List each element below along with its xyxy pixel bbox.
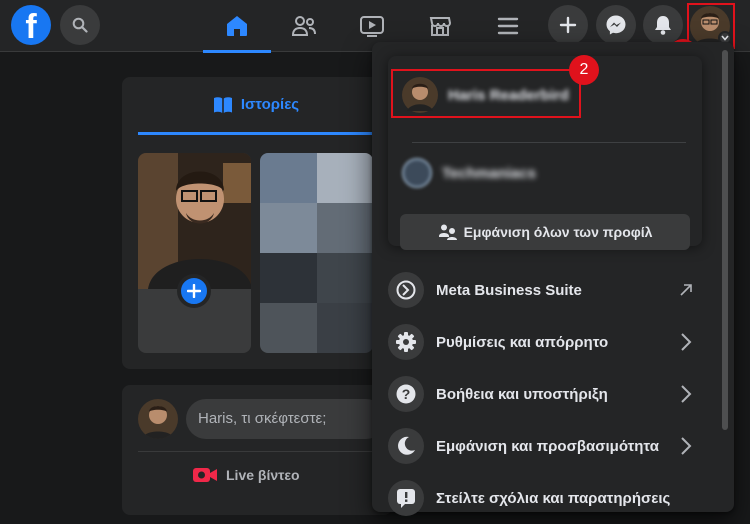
create-button[interactable] bbox=[548, 5, 588, 45]
create-post-card: Haris, τι σκέφτεστε; Live βίντεο bbox=[122, 385, 392, 515]
tab-friends[interactable] bbox=[270, 0, 338, 52]
svg-text:f: f bbox=[25, 8, 37, 45]
moon-icon bbox=[388, 428, 424, 464]
divider bbox=[412, 142, 686, 143]
video-icon bbox=[360, 16, 384, 37]
stories-card: Ιστορίες bbox=[122, 77, 392, 369]
hamburger-icon bbox=[497, 17, 519, 35]
profile-secondary-name: Techmaniacs bbox=[442, 164, 536, 182]
annotation-highlight-profile bbox=[391, 69, 581, 118]
whats-on-your-mind-input[interactable]: Haris, τι σκέφτεστε; bbox=[186, 399, 386, 439]
switch-profiles-icon bbox=[438, 224, 457, 240]
menu-item-label: Ρυθμίσεις και απόρρητο bbox=[436, 333, 609, 351]
stories-tab-label: Ιστορίες bbox=[240, 96, 300, 113]
story-card-blurred[interactable] bbox=[260, 153, 373, 353]
tab-stories[interactable]: Ιστορίες bbox=[138, 77, 374, 135]
menu-item-give-feedback[interactable]: Στείλτε σχόλια και παρατηρήσεις bbox=[380, 472, 702, 524]
search-button[interactable] bbox=[60, 5, 100, 45]
plus-icon bbox=[187, 284, 201, 298]
plus-icon bbox=[559, 16, 577, 34]
story-user-photo bbox=[138, 153, 251, 289]
facebook-logo-icon[interactable]: f bbox=[11, 5, 51, 45]
live-video-label: Live βίντεο bbox=[226, 467, 300, 483]
business-suite-icon bbox=[388, 272, 424, 308]
feedback-icon bbox=[388, 480, 424, 516]
chevron-right-icon bbox=[674, 316, 698, 368]
menu-item-help-support[interactable]: ? Βοήθεια και υποστήριξη bbox=[380, 368, 702, 420]
chevron-right-icon bbox=[674, 368, 698, 420]
menu-item-display-accessibility[interactable]: Εμφάνιση και προσβασιμότητα bbox=[380, 420, 702, 472]
messenger-button[interactable] bbox=[596, 5, 636, 45]
search-icon bbox=[72, 17, 88, 33]
chevron-right-icon bbox=[674, 420, 698, 472]
menu-item-label: Στείλτε σχόλια και παρατηρήσεις bbox=[436, 489, 671, 507]
external-link-icon bbox=[674, 264, 698, 316]
bell-icon bbox=[655, 16, 671, 35]
annotation-badge-2: 2 bbox=[569, 55, 599, 85]
store-icon bbox=[429, 17, 452, 36]
dropdown-scrollbar[interactable] bbox=[721, 50, 729, 512]
messenger-icon bbox=[606, 15, 626, 35]
avatar[interactable] bbox=[138, 399, 178, 439]
create-story-card[interactable] bbox=[138, 153, 251, 353]
svg-text:?: ? bbox=[402, 386, 411, 402]
see-all-profiles-label: Εμφάνιση όλων των προφίλ bbox=[463, 224, 653, 240]
live-video-button[interactable]: Live βίντεο bbox=[192, 465, 300, 485]
tab-home[interactable] bbox=[203, 0, 271, 53]
help-icon: ? bbox=[388, 376, 424, 412]
page-avatar bbox=[402, 158, 432, 188]
see-all-profiles-button[interactable]: Εμφάνιση όλων των προφίλ bbox=[400, 214, 690, 250]
scrollbar-thumb[interactable] bbox=[722, 50, 728, 430]
menu-item-meta-business-suite[interactable]: Meta Business Suite bbox=[380, 264, 702, 316]
menu-item-label: Εμφάνιση και προσβασιμότητα bbox=[436, 437, 659, 455]
menu-item-settings-privacy[interactable]: Ρυθμίσεις και απόρρητο bbox=[380, 316, 702, 368]
home-icon bbox=[227, 16, 247, 36]
divider bbox=[138, 451, 392, 452]
menu-item-label: Meta Business Suite bbox=[436, 281, 582, 299]
friends-icon bbox=[291, 16, 316, 36]
menu-item-label: Βοήθεια και υποστήριξη bbox=[436, 385, 608, 403]
add-story-button[interactable] bbox=[177, 274, 211, 308]
profile-secondary-row[interactable]: Techmaniacs bbox=[396, 148, 582, 198]
book-icon bbox=[213, 96, 232, 113]
gear-icon bbox=[388, 324, 424, 360]
live-video-icon bbox=[193, 468, 217, 482]
